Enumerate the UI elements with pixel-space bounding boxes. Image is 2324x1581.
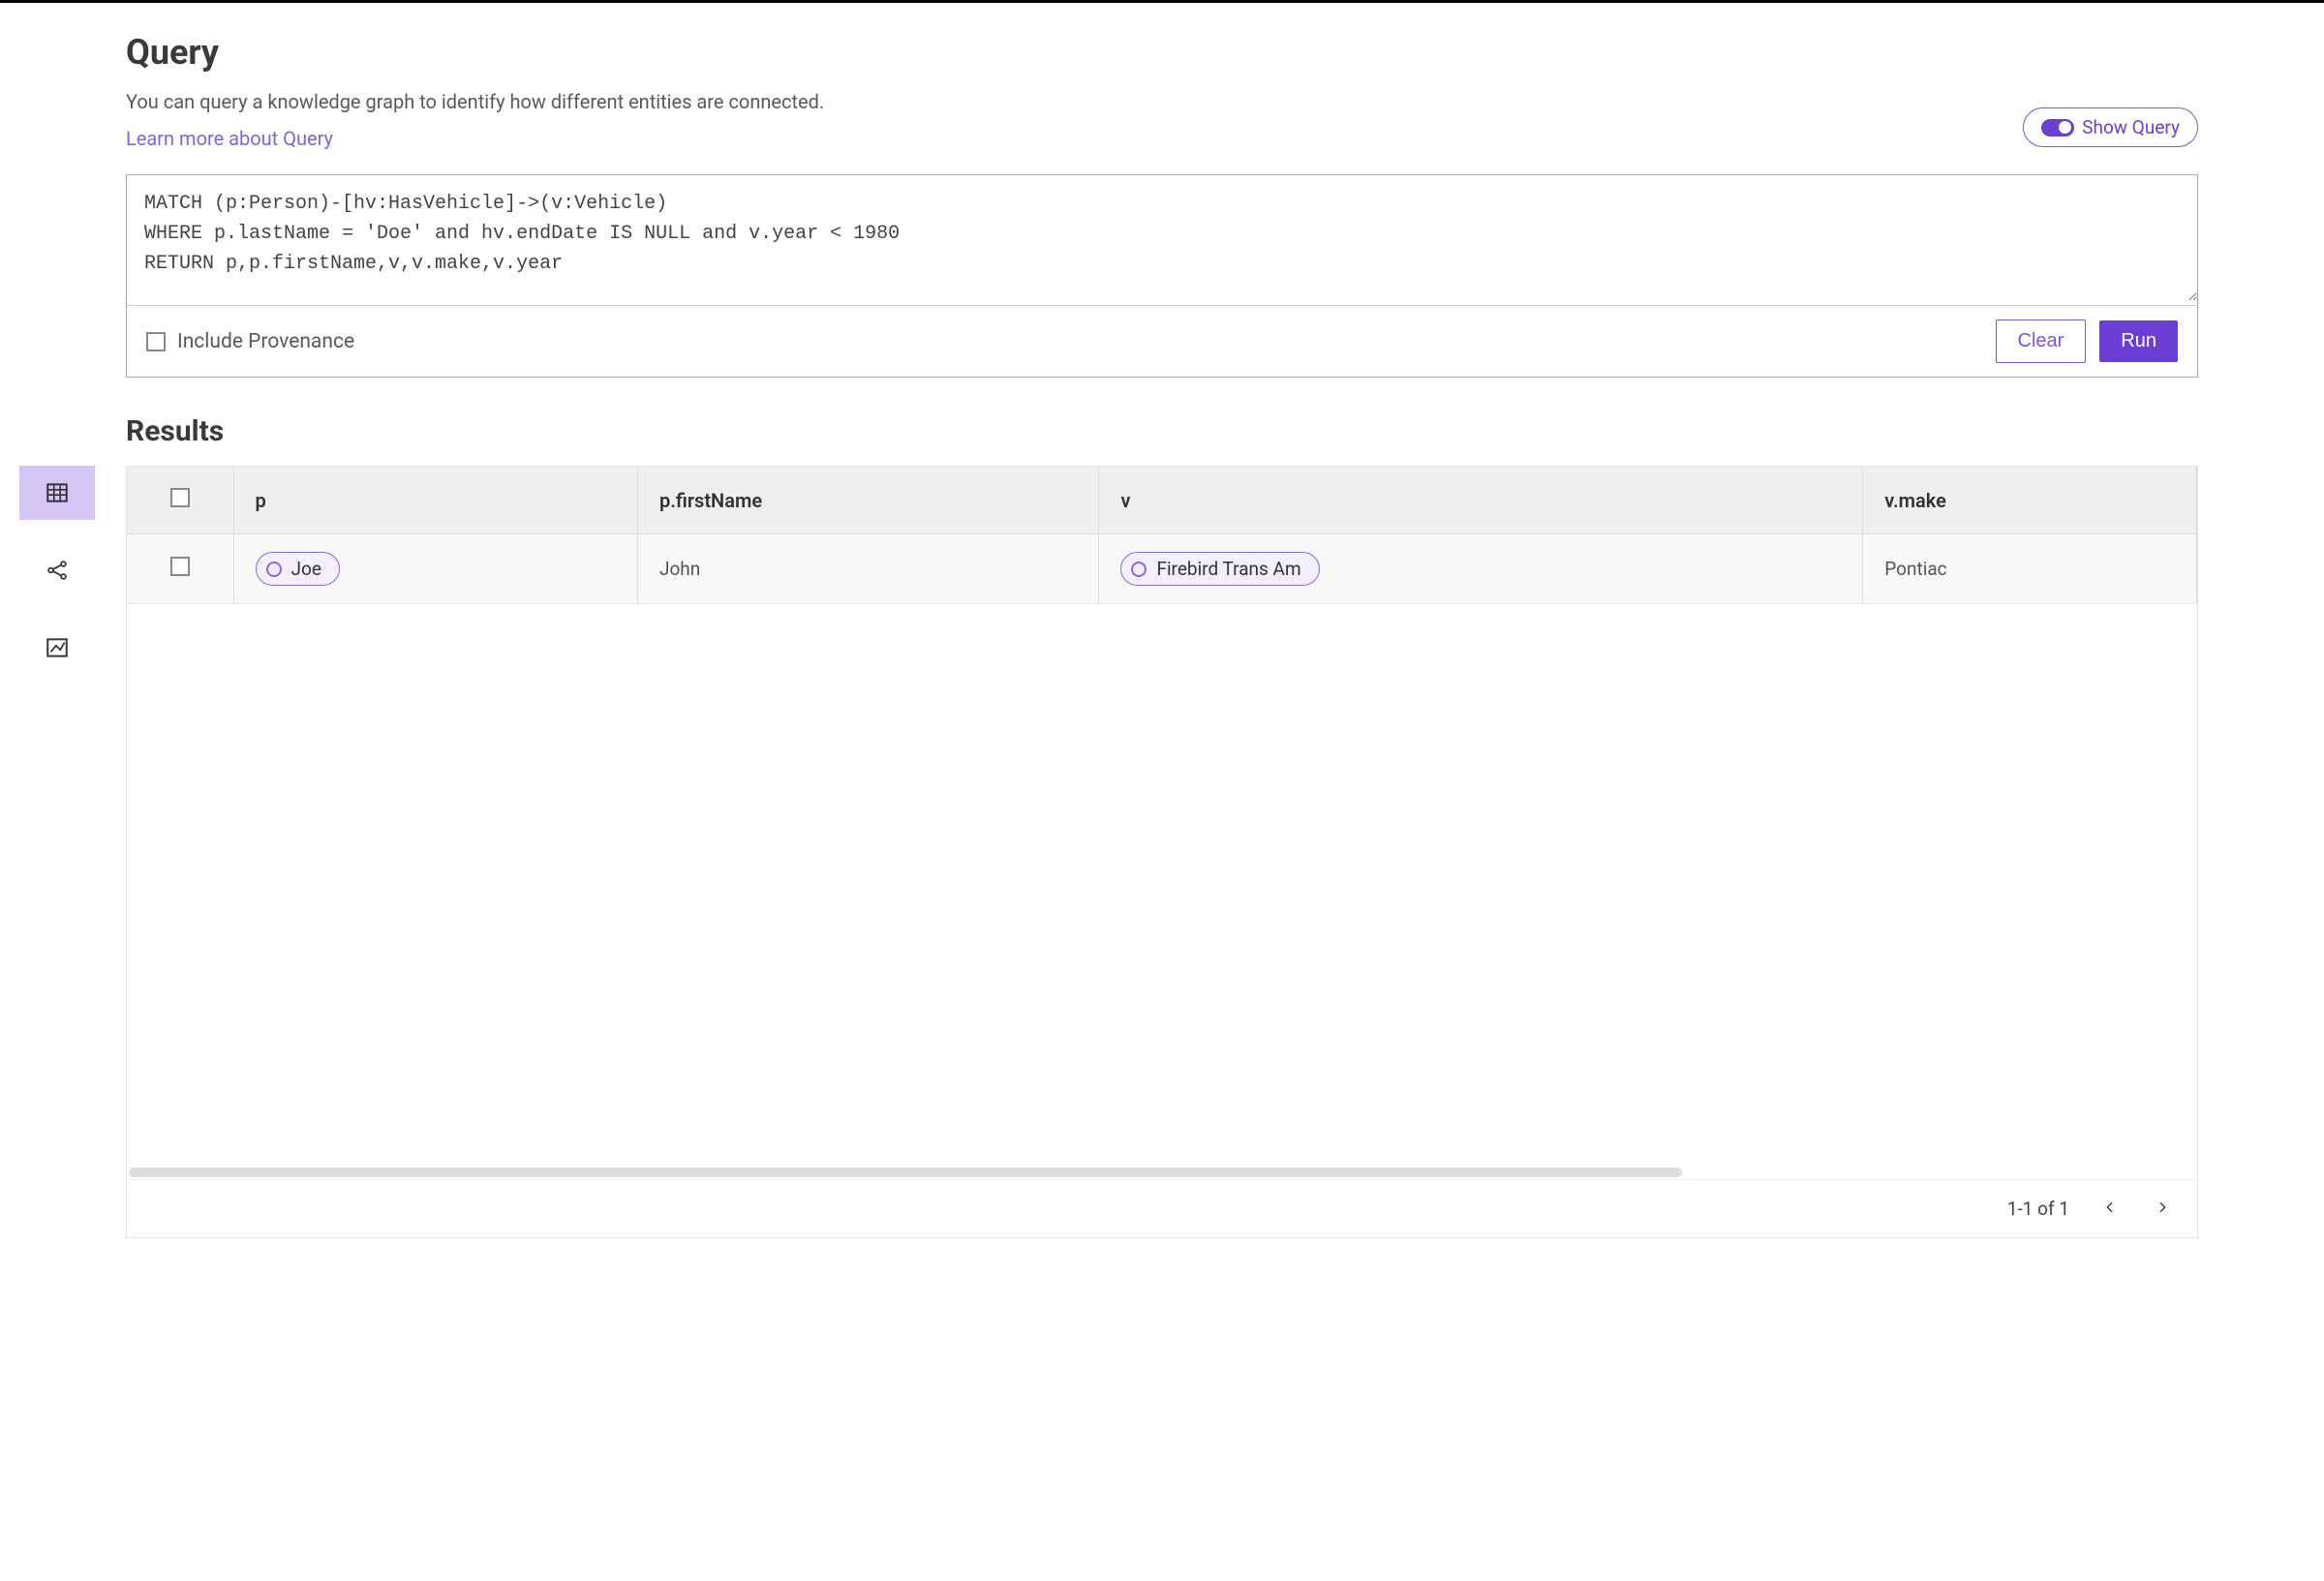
include-provenance-checkbox[interactable]: Include Provenance [146, 330, 354, 353]
pager-range: 1-1 of 1 [2007, 1198, 2069, 1220]
select-all-header[interactable] [127, 467, 233, 534]
rail-graph-view[interactable] [19, 543, 95, 597]
entity-pill-person[interactable]: Joe [256, 552, 340, 586]
cell-v: Firebird Trans Am [1099, 534, 1863, 604]
content-wrap: Query You can query a knowledge graph to… [0, 3, 2324, 1258]
rail-table-view[interactable] [19, 466, 95, 520]
checkbox-icon [170, 557, 190, 576]
checkbox-icon [146, 332, 166, 351]
chart-icon [45, 635, 70, 660]
page-root: Query You can query a knowledge graph to… [0, 0, 2324, 1258]
show-query-toggle[interactable]: Show Query [2023, 107, 2198, 147]
show-query-label: Show Query [2082, 116, 2180, 138]
cell-firstname: John [637, 534, 1098, 604]
run-button[interactable]: Run [2099, 320, 2178, 362]
toggle-switch-icon [2041, 119, 2074, 137]
results-view-rail [19, 466, 95, 675]
entity-label: Firebird Trans Am [1156, 558, 1300, 580]
col-v[interactable]: v [1099, 467, 1863, 534]
cell-p: Joe [233, 534, 637, 604]
rail-chart-view[interactable] [19, 621, 95, 675]
pager: 1-1 of 1 [127, 1179, 2197, 1237]
clear-button[interactable]: Clear [1996, 319, 2087, 363]
col-p[interactable]: p [233, 467, 637, 534]
row-select[interactable] [127, 534, 233, 604]
table-empty-space [127, 604, 2197, 1166]
page-title: Query [126, 32, 2198, 73]
table-icon [45, 480, 70, 505]
learn-more-link[interactable]: Learn more about Query [126, 127, 333, 150]
horizontal-scrollbar[interactable] [127, 1166, 2197, 1179]
table-header-row: p p.firstName v v.make [127, 467, 2197, 534]
scrollbar-thumb[interactable] [129, 1168, 1682, 1177]
cell-make: Pontiac [1863, 534, 2197, 604]
query-actions: Include Provenance Clear Run [127, 305, 2197, 377]
query-box: Include Provenance Clear Run [126, 174, 2198, 378]
col-v-make[interactable]: v.make [1863, 467, 2197, 534]
chevron-right-icon [2155, 1200, 2170, 1215]
results-table: p p.firstName v v.make [127, 467, 2197, 604]
entity-label: Joe [291, 558, 321, 580]
results-wrap: p p.firstName v v.make [19, 466, 2198, 1238]
pager-next-button[interactable] [2151, 1196, 2174, 1222]
toggle-row: Show Query [126, 107, 2198, 147]
entity-dot-icon [1131, 562, 1147, 577]
table-row: Joe John Firebird Trans Am [127, 534, 2197, 604]
chevron-left-icon [2102, 1200, 2118, 1215]
entity-pill-vehicle[interactable]: Firebird Trans Am [1120, 552, 1319, 586]
graph-icon [45, 558, 70, 583]
results-panel: p p.firstName v v.make [126, 466, 2198, 1238]
pager-prev-button[interactable] [2098, 1196, 2122, 1222]
include-provenance-label: Include Provenance [177, 330, 354, 353]
checkbox-icon [170, 488, 190, 507]
results-title: Results [126, 414, 2198, 448]
query-textarea[interactable] [127, 175, 2197, 301]
col-p-firstname[interactable]: p.firstName [637, 467, 1098, 534]
main-area: Query You can query a knowledge graph to… [0, 3, 2324, 1258]
entity-dot-icon [266, 562, 282, 577]
